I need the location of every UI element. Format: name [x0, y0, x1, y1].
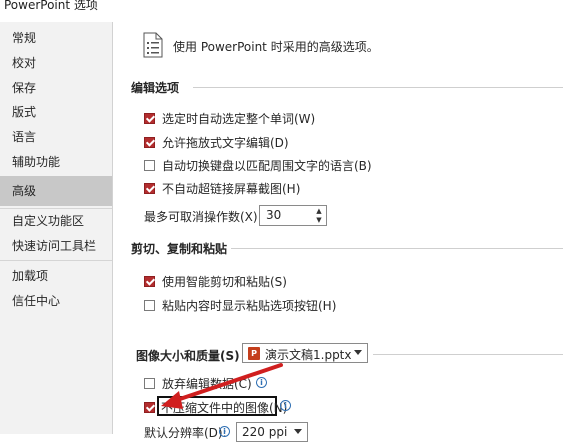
sidebar-item-add-ins[interactable]: 加载项	[0, 264, 112, 289]
title-bar: PowerPoint 选项	[0, 0, 567, 20]
sidebar-item-quick-access-toolbar[interactable]: 快速访问工具栏	[0, 234, 112, 259]
sidebar-item-proofing[interactable]: 校对	[0, 51, 112, 76]
sidebar-item-general[interactable]: 常规	[0, 26, 112, 51]
sidebar-item-trust-center[interactable]: 信任中心	[0, 289, 112, 314]
sidebar-item-layout[interactable]: 版式	[0, 100, 112, 125]
window-title: PowerPoint 选项	[4, 0, 98, 12]
sidebar-divider	[0, 260, 112, 261]
annotation-arrow-icon	[161, 363, 283, 409]
advanced-options-panel: 使用 PowerPoint 时采用的高级选项。 编辑选项 选定时自动选定整个单词…	[113, 20, 567, 442]
sidebar-item-accessibility[interactable]: 辅助功能	[0, 150, 112, 175]
sidebar-item-advanced[interactable]: 高级	[0, 176, 112, 206]
sidebar: 常规 校对 保存 版式 语言 辅助功能 高级 自定义功能区 快速访问工具栏 加载…	[0, 22, 113, 434]
sidebar-item-language[interactable]: 语言	[0, 125, 112, 150]
sidebar-item-save[interactable]: 保存	[0, 76, 112, 101]
sidebar-item-customize-ribbon[interactable]: 自定义功能区	[0, 209, 112, 234]
